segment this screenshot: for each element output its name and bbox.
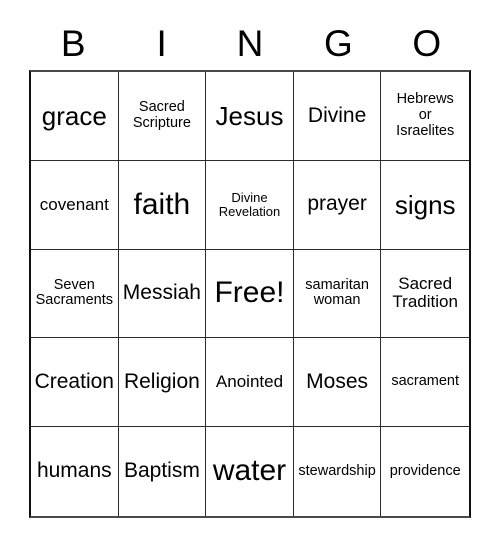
bingo-cell[interactable]: Sacred Scripture bbox=[118, 72, 207, 161]
bingo-cell-label: covenant bbox=[39, 194, 109, 214]
bingo-cell-label: Seven Sacraments bbox=[35, 276, 113, 309]
bingo-cell-label: Divine bbox=[307, 103, 367, 127]
bingo-cell-label: Baptism bbox=[123, 459, 200, 483]
bingo-cell[interactable]: Seven Sacraments bbox=[31, 249, 119, 339]
bingo-cell[interactable]: signs bbox=[381, 160, 469, 250]
bingo-free-space[interactable]: Free! bbox=[206, 249, 294, 339]
bingo-cell[interactable]: Jesus bbox=[206, 72, 294, 161]
bingo-cell-label: faith bbox=[133, 187, 191, 221]
bingo-cell-label: Creation bbox=[34, 369, 114, 393]
bingo-cell-label: samaritan woman bbox=[305, 276, 369, 309]
bingo-cell-label: Hebrews or Israelites bbox=[396, 91, 455, 139]
bingo-cell[interactable]: prayer bbox=[293, 160, 382, 250]
bingo-cell-label: Messiah bbox=[122, 281, 201, 305]
bingo-cell[interactable]: Moses bbox=[293, 338, 382, 428]
bingo-cell[interactable]: Baptism bbox=[118, 427, 207, 516]
bingo-cell[interactable]: Divine bbox=[293, 72, 382, 161]
bingo-cell-label: humans bbox=[36, 459, 112, 483]
bingo-cell[interactable]: Sacred Tradition bbox=[381, 249, 469, 339]
bingo-cell-label: sacrament bbox=[391, 373, 460, 390]
bingo-cell[interactable]: providence bbox=[381, 427, 469, 516]
bingo-cell[interactable]: Messiah bbox=[118, 249, 207, 339]
header-letter-g: G bbox=[324, 22, 353, 64]
bingo-cell-label: Divine Revelation bbox=[218, 189, 281, 219]
bingo-cell-label: Religion bbox=[123, 369, 200, 393]
bingo-cell[interactable]: water bbox=[206, 427, 294, 516]
bingo-cell[interactable]: stewardship bbox=[293, 427, 382, 516]
bingo-cell[interactable]: covenant bbox=[31, 160, 119, 250]
bingo-cell-label: Sacred Scripture bbox=[132, 99, 191, 131]
bingo-cell-label: stewardship bbox=[298, 462, 376, 479]
bingo-cell[interactable]: Hebrews or Israelites bbox=[381, 72, 469, 161]
bingo-header-row: B I N G O bbox=[29, 16, 471, 70]
bingo-cell-label: prayer bbox=[307, 192, 367, 216]
bingo-cell-label: water bbox=[212, 454, 287, 488]
bingo-cell[interactable]: samaritan woman bbox=[293, 249, 382, 339]
header-letter-n: N bbox=[236, 22, 264, 64]
bingo-cell[interactable]: Religion bbox=[118, 338, 207, 428]
header-letter-i: I bbox=[156, 22, 167, 64]
bingo-grid: grace Sacred Scripture Jesus Divine Hebrews … bbox=[29, 70, 471, 518]
bingo-card: B I N G O grace Sacred Scripture Jesus Divi… bbox=[29, 16, 471, 518]
bingo-cell[interactable]: Anointed bbox=[206, 338, 294, 428]
bingo-cell[interactable]: Divine Revelation bbox=[206, 160, 294, 250]
bingo-cell[interactable]: humans bbox=[31, 427, 119, 516]
bingo-cell-label: Anointed bbox=[215, 372, 284, 392]
bingo-cell[interactable]: faith bbox=[118, 160, 207, 250]
header-letter-b: B bbox=[60, 22, 86, 64]
bingo-cell[interactable]: sacrament bbox=[381, 338, 469, 428]
header-letter-o: O bbox=[412, 22, 442, 64]
bingo-cell-label: Moses bbox=[306, 369, 369, 393]
bingo-cell-label: grace bbox=[41, 100, 107, 131]
bingo-cell-label: providence bbox=[389, 462, 461, 479]
bingo-cell[interactable]: Creation bbox=[31, 338, 119, 428]
bingo-cell-label: Free! bbox=[214, 276, 285, 310]
bingo-cell-label: signs bbox=[394, 189, 456, 220]
bingo-cell[interactable]: grace bbox=[31, 72, 119, 161]
bingo-cell-label: Jesus bbox=[215, 100, 284, 131]
bingo-cell-label: Sacred Tradition bbox=[392, 274, 458, 312]
